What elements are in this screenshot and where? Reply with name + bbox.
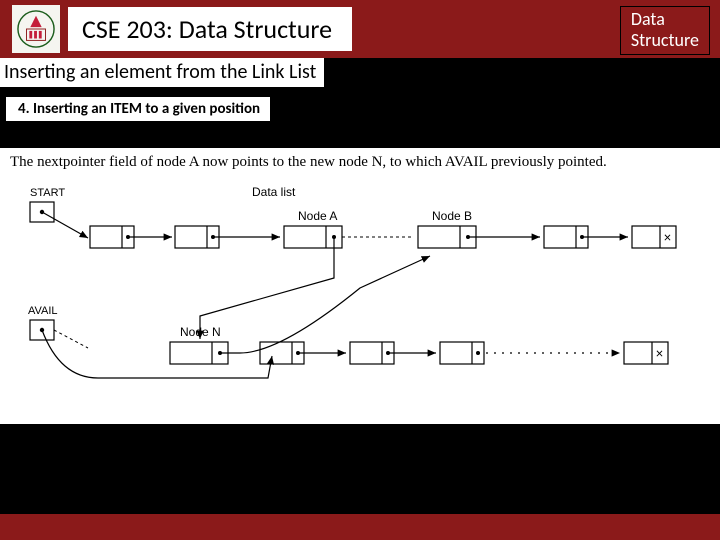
terminator-bottom: × — [656, 345, 663, 362]
node-a-label: Node A — [298, 209, 337, 223]
data-list-label: Data list — [252, 185, 296, 199]
terminator-top: × — [664, 229, 671, 246]
node-b-label: Node B — [432, 209, 472, 223]
avail-label: AVAIL — [28, 305, 58, 317]
header-bar: CSE 203: Data Structure Data Structure — [0, 0, 720, 58]
linked-list-diagram: START Data list Node A Node B — [0, 178, 720, 418]
section-heading: 4. Inserting an ITEM to a given position — [6, 97, 270, 121]
badge-line2: Structure — [631, 30, 699, 51]
diagram-area: The nextpointer field of node A now poin… — [0, 148, 720, 424]
diagram-caption: The nextpointer field of node A now poin… — [0, 148, 720, 171]
topic-badge: Data Structure — [620, 6, 710, 55]
university-logo — [12, 5, 60, 53]
course-title: CSE 203: Data Structure — [68, 7, 352, 51]
footer-bar — [0, 514, 720, 540]
badge-line1: Data — [631, 9, 699, 30]
start-label: START — [30, 187, 65, 199]
node-n-label: Node N — [180, 325, 221, 339]
slide-subtitle: Inserting an element from the Link List — [0, 58, 324, 87]
